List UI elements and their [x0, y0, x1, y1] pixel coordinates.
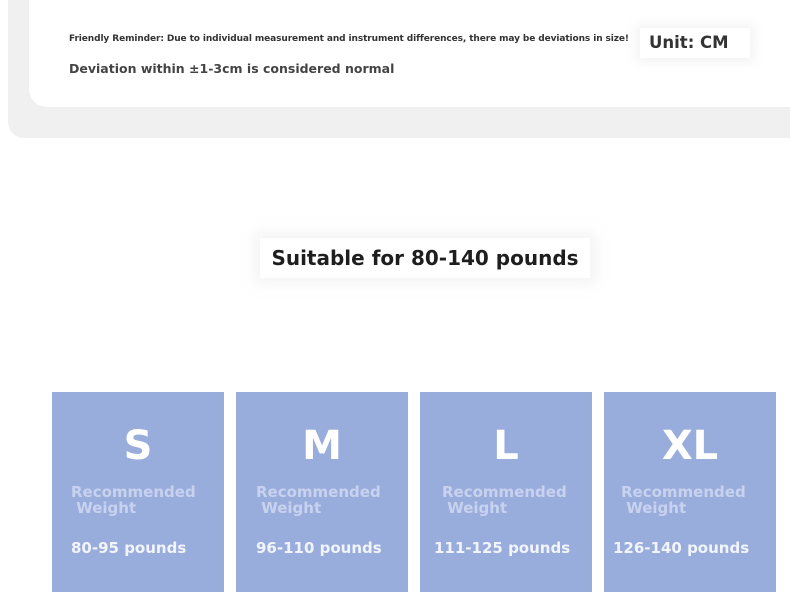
unit-label: Unit: CM — [640, 28, 750, 58]
weight-range: 96-110 pounds — [256, 539, 382, 557]
weight-range: 111-125 pounds — [434, 539, 571, 557]
friendly-reminder-text: Friendly Reminder: Due to individual mea… — [69, 34, 629, 44]
size-card-l: L Recommended Weight 111-125 pounds — [420, 392, 592, 592]
recommended-weight-label: Recommended Weight — [256, 483, 381, 517]
size-guide-page: Friendly Reminder: Due to individual mea… — [0, 0, 790, 610]
weight-range: 126-140 pounds — [613, 539, 750, 557]
recommended-weight-label: Recommended Weight — [71, 483, 196, 517]
size-letter: L — [493, 423, 519, 469]
suitable-weight-heading: Suitable for 80-140 pounds — [260, 238, 590, 278]
deviation-note: Deviation within ±1-3cm is considered no… — [69, 61, 395, 76]
size-letter: XL — [661, 423, 719, 469]
recommended-weight-label: Recommended Weight — [621, 483, 746, 517]
size-letter: S — [123, 423, 153, 469]
size-letter: M — [302, 423, 342, 469]
weight-range: 80-95 pounds — [71, 539, 187, 557]
recommended-weight-label: Recommended Weight — [442, 483, 567, 517]
size-card-s: S Recommended Weight 80-95 pounds — [52, 392, 224, 592]
size-card-m: M Recommended Weight 96-110 pounds — [236, 392, 408, 592]
size-card-xl: XL Recommended Weight 126-140 pounds — [604, 392, 776, 592]
